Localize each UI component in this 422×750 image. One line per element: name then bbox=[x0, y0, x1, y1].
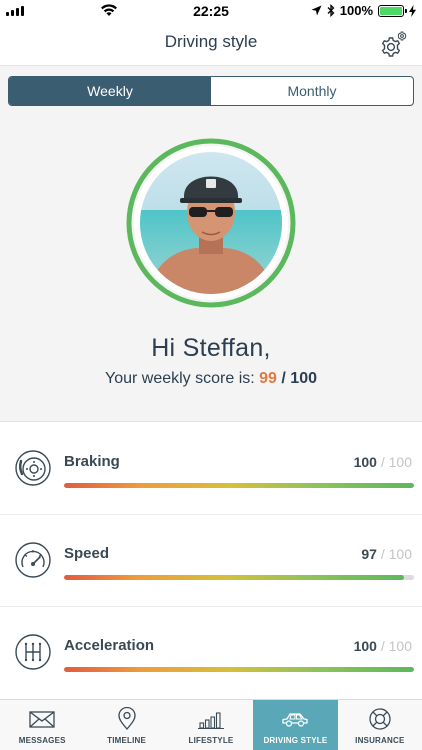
score-max: / 100 bbox=[281, 370, 317, 387]
settings-gear-icon[interactable] bbox=[378, 30, 408, 60]
battery-percentage: 100% bbox=[339, 3, 373, 18]
progress-bar bbox=[64, 667, 414, 672]
greeting-text: Hi Steffan, bbox=[151, 334, 271, 362]
tab-messages[interactable]: MESSAGES bbox=[0, 700, 84, 750]
status-bar: 22:25 100% bbox=[0, 0, 422, 22]
metric-score: 100 / 100 bbox=[354, 454, 412, 470]
tab-label: LIFESTYLE bbox=[188, 736, 234, 745]
envelope-icon bbox=[29, 711, 55, 728]
avatar bbox=[140, 152, 282, 294]
charging-bolt-icon bbox=[409, 4, 416, 17]
speedometer-icon bbox=[15, 542, 51, 578]
metric-max: / 100 bbox=[380, 638, 412, 654]
bar-chart-icon bbox=[198, 712, 225, 730]
tab-lifestyle[interactable]: LIFESTYLE bbox=[169, 700, 253, 750]
tab-monthly[interactable]: Monthly bbox=[211, 77, 413, 105]
tab-timeline[interactable]: TIMELINE bbox=[84, 700, 168, 750]
bottom-tab-bar: MESSAGES TIMELINE LIFESTYLE DRIVING STYL… bbox=[0, 699, 422, 750]
metric-row-speed[interactable]: Speed 97 / 100 bbox=[0, 515, 422, 607]
score-prefix: Your weekly score is: bbox=[105, 370, 255, 387]
metric-value: 97 bbox=[361, 546, 377, 562]
metric-value: 100 bbox=[353, 638, 377, 654]
car-icon bbox=[282, 713, 309, 727]
tab-label: DRIVING STYLE bbox=[263, 736, 328, 745]
bluetooth-icon bbox=[327, 4, 335, 17]
lifebuoy-icon bbox=[369, 708, 391, 730]
tab-label: TIMELINE bbox=[107, 736, 147, 745]
gear-shift-icon bbox=[15, 634, 51, 670]
weekly-score: Your weekly score is: 99 / 100 bbox=[0, 370, 422, 388]
metric-max: / 100 bbox=[380, 454, 412, 470]
score-value: 99 bbox=[259, 370, 277, 387]
metric-row-acceleration[interactable]: Acceleration 100 / 100 bbox=[0, 607, 422, 699]
weekly-summary: Weekly Monthly Hi Steffan, Your weekly s… bbox=[0, 66, 422, 422]
progress-bar bbox=[64, 575, 414, 580]
brake-disc-icon bbox=[15, 450, 51, 486]
map-pin-icon bbox=[117, 707, 136, 730]
tab-insurance[interactable]: INSURANCE bbox=[338, 700, 422, 750]
progress-bar bbox=[64, 483, 414, 488]
location-arrow-icon bbox=[311, 5, 322, 16]
period-segmented-control: Weekly Monthly bbox=[8, 76, 414, 106]
metric-score: 100 / 100 bbox=[354, 638, 412, 654]
page-title: Driving style bbox=[164, 32, 258, 51]
progress-fill bbox=[64, 575, 404, 580]
tab-weekly[interactable]: Weekly bbox=[9, 77, 211, 105]
progress-fill bbox=[64, 667, 414, 672]
metric-value: 100 bbox=[353, 454, 377, 470]
metric-row-braking[interactable]: Braking 100 / 100 bbox=[0, 423, 422, 515]
driving-metrics-list: Braking 100 / 100 Speed 97 / 100 Acceler… bbox=[0, 423, 422, 699]
navigation-bar: Driving style bbox=[0, 22, 422, 66]
metric-label: Braking bbox=[64, 453, 120, 470]
tab-label: MESSAGES bbox=[18, 736, 66, 745]
metric-score: 97 / 100 bbox=[361, 546, 412, 562]
tab-label: INSURANCE bbox=[355, 736, 405, 745]
metric-label: Speed bbox=[64, 545, 110, 562]
metric-max: / 100 bbox=[380, 546, 412, 562]
battery-icon bbox=[378, 4, 407, 17]
progress-fill bbox=[64, 483, 414, 488]
tab-driving-style[interactable]: DRIVING STYLE bbox=[253, 700, 338, 750]
metric-label: Acceleration bbox=[64, 637, 155, 654]
